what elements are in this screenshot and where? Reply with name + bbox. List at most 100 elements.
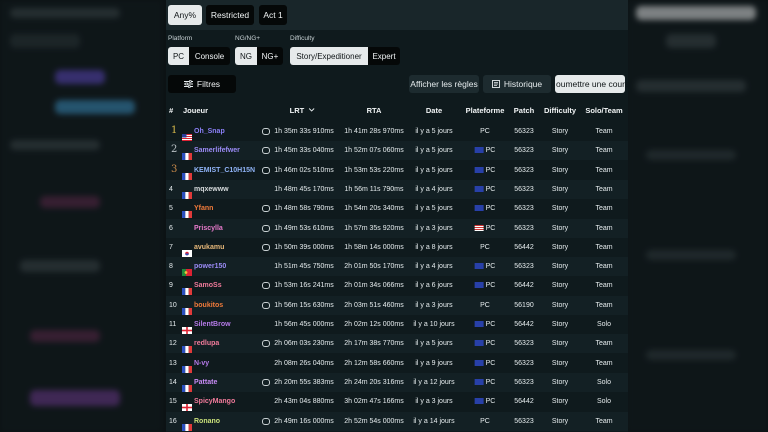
rta-time: 2h 01m 50s 170ms [344, 263, 404, 271]
sliders-icon [183, 80, 193, 88]
table-row[interactable]: 6 Priscylla 1h 49m 53s 610ms 1h 57m 35s 920… [166, 218, 628, 238]
lrt-time: 1h 45m 33s 040ms [274, 147, 334, 155]
solo-team: Team [595, 359, 613, 367]
blurred-background-left [0, 0, 162, 432]
table-row[interactable]: 12 redlupa 2h 06m 03s 230ms 2h 17m 38s 770m… [166, 334, 628, 354]
platform-cell: PC [474, 320, 495, 329]
lrt-time: 2h 20m 55s 383ms [274, 378, 334, 386]
lrt-time: 1h 35m 33s 910ms [274, 128, 334, 135]
difficulty-option-expert[interactable]: Expert [368, 47, 400, 65]
filters-button[interactable]: Filtres [168, 75, 236, 93]
comment-icon[interactable] [262, 243, 270, 251]
lrt-time: 1h 51m 45s 750ms [274, 263, 334, 271]
history-icon [491, 80, 500, 88]
history-button[interactable]: Historique [483, 75, 551, 93]
comment-icon[interactable] [262, 205, 270, 213]
comment-icon[interactable] [262, 417, 270, 425]
table-row[interactable]: 5 Yfann 1h 48m 58s 790ms 1h 54m 20s 340ms il… [166, 199, 628, 219]
rta-time: 2h 24m 20s 316ms [344, 378, 404, 386]
table-row[interactable]: 7 avukamu 1h 50m 39s 000ms 1h 58m 14s 000ms… [166, 238, 628, 257]
history-button-label: Historique [503, 78, 543, 89]
platform-cell: PC [474, 378, 495, 387]
patch: 56323 [514, 340, 534, 348]
date: il y a 14 jours [413, 417, 455, 425]
date: il y a 4 jours [415, 263, 453, 271]
comment-icon[interactable] [262, 301, 270, 309]
comment-icon[interactable] [262, 147, 270, 155]
platform-text: PC [485, 166, 496, 174]
date: il y a 12 jours [413, 378, 455, 386]
lrt-time: 1h 53m 16s 241ms [274, 282, 334, 290]
comment-icon[interactable] [262, 378, 270, 386]
table-row[interactable]: 8 power150 1h 51m 45s 750ms 2h 01m 50s 170m… [166, 257, 628, 277]
table-row[interactable]: 10 boukitos 1h 56m 15s 630ms 2h 03m 51s 460… [166, 295, 628, 315]
region-flag-icon [474, 147, 484, 154]
tab-any-percent[interactable]: Any% [168, 5, 202, 25]
platform-option-console[interactable]: Console [189, 47, 230, 65]
difficulty-option-story[interactable]: Story/Expeditioner [290, 47, 368, 65]
platform-option-pc[interactable]: PC [168, 47, 189, 65]
rta-time: 1h 53m 53s 220ms [344, 166, 404, 174]
ngplus-option-ngplus[interactable]: NG+ [257, 47, 283, 65]
patch: 56442 [514, 321, 534, 328]
table-row[interactable]: 4 mqxewww 1h 48m 45s 170ms 1h 56m 11s 790ms… [166, 179, 628, 199]
table-row[interactable]: 14 Pattate 2h 20m 55s 383ms 2h 24m 20s 316m… [166, 372, 628, 392]
patch: 56323 [514, 417, 534, 425]
comment-icon[interactable] [262, 166, 270, 174]
comment-icon[interactable] [262, 224, 270, 232]
lrt-time: 1h 56m 15s 630ms [274, 301, 334, 309]
platform-cell: PC [474, 262, 496, 271]
comment-icon[interactable] [262, 340, 270, 348]
rank: 15 [169, 398, 177, 406]
table-row[interactable]: 3 KEMIST_C10H15N 1h 46m 02s 510ms 1h 53m 53… [166, 161, 628, 180]
region-flag-icon [474, 359, 484, 366]
rank: 8 [169, 263, 173, 271]
table-row[interactable]: 1 Oh_Snap 1h 35m 33s 910ms 1h 41m 28s 970ms… [166, 122, 628, 141]
rta-time: 1h 56m 11s 790ms [344, 185, 404, 193]
region-flag-icon [474, 321, 484, 327]
rta-time: 3h 02m 47s 166ms [344, 398, 404, 406]
difficulty: Story [551, 224, 569, 232]
header-patch: Patch [513, 106, 535, 115]
country-flag-icon [182, 186, 192, 199]
difficulty: Story [551, 359, 569, 367]
header-lrt[interactable]: LRT [290, 106, 315, 115]
country-flag-icon [182, 167, 192, 180]
solo-team: Team [595, 340, 613, 348]
solo-team: Team [595, 263, 613, 271]
table-row[interactable]: 9 SamoSs 1h 53m 16s 241ms 2h 01m 34s 066ms i… [166, 276, 628, 296]
rank: 12 [169, 340, 177, 348]
difficulty: Story [551, 243, 569, 251]
submit-run-button[interactable]: oumettre une cours [555, 75, 628, 93]
ngplus-option-ng[interactable]: NG [235, 47, 257, 65]
platform-text: PC [485, 263, 496, 271]
player-name: KEMIST_C10H15N [194, 166, 256, 174]
table-row[interactable]: 2 Samerlifefwer 1h 45m 33s 040ms 1h 52m 07s… [166, 141, 628, 161]
date: il y a 3 jours [415, 224, 453, 232]
table-row[interactable]: 15 SpicyMango 2h 43m 04s 880ms 3h 02m 47s 1… [166, 392, 628, 412]
solo-team: Team [595, 185, 613, 193]
leaderboard-panel: Any% Restricted Act 1 Platform PC Consol… [166, 0, 628, 432]
lrt-time: 1h 49m 53s 610ms [274, 224, 334, 232]
table-row[interactable]: 11 SilentBrow 1h 56m 45s 000ms 2h 02m 12s 0… [166, 315, 628, 334]
comment-icon[interactable] [262, 128, 270, 135]
country-flag-icon [182, 321, 192, 334]
solo-team: Team [595, 417, 613, 425]
table-row[interactable]: 13 N-vy 2h 08m 26s 040ms 2h 12m 58s 660ms il… [166, 354, 628, 373]
rta-time: 2h 52m 54s 000ms [344, 417, 404, 425]
show-rules-button[interactable]: Afficher les règles [409, 75, 479, 93]
date: il y a 5 jours [415, 205, 453, 213]
comment-icon[interactable] [262, 282, 270, 290]
region-flag-icon [474, 340, 484, 347]
difficulty: Story [551, 185, 569, 193]
date: il y a 5 jours [415, 340, 453, 348]
tab-restricted[interactable]: Restricted [206, 5, 254, 25]
player-name: SamoSs [194, 282, 222, 290]
patch: 56323 [514, 166, 534, 174]
region-flag-icon [474, 378, 484, 385]
tab-act-1[interactable]: Act 1 [259, 5, 287, 25]
table-row[interactable]: 16 Ronano 2h 49m 16s 000ms 2h 52m 54s 000ms… [166, 411, 628, 431]
country-flag-icon [182, 418, 192, 431]
platform-text: PC [480, 301, 490, 309]
platform-text: PC [485, 185, 496, 193]
